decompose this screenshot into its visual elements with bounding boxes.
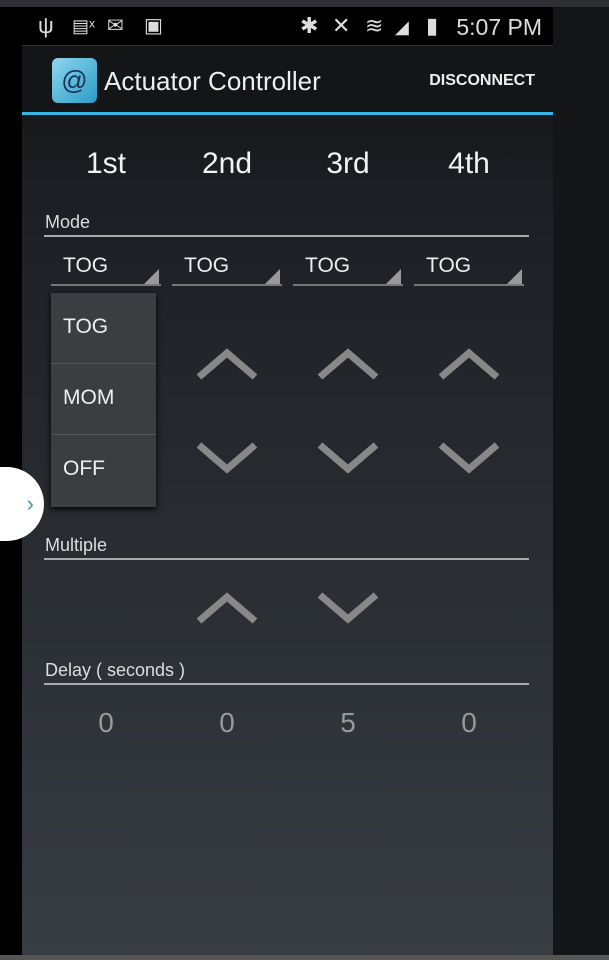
column-header-4: 4th [448, 147, 490, 180]
spinner-value: TOG [305, 254, 351, 277]
phone-screen: ψ ▤ˣ ✉ ▣ ✱ ✕ ≋ ◢ ▮ 5:07 PM @ Actuator Co… [0, 7, 553, 955]
battery-charging-icon: ▮ [426, 13, 439, 38]
down-chevron-icon[interactable] [195, 437, 259, 477]
dropdown-option-mom[interactable]: MOM [51, 364, 156, 435]
down-chevron-icon[interactable] [437, 437, 501, 477]
multiple-up-chevron-icon[interactable] [195, 589, 259, 629]
down-chevron-icon[interactable] [316, 437, 380, 477]
signal-icon: ◢ [395, 17, 409, 37]
dropdown-option-off[interactable]: OFF [51, 435, 156, 506]
delay-divider [44, 683, 529, 685]
column-header-1: 1st [85, 147, 127, 180]
wifi-icon: ≋ [365, 13, 384, 38]
mode-spinner-4[interactable]: TOG [414, 252, 524, 286]
mode-label: Mode [45, 212, 91, 232]
mute-icon: ✕ [332, 13, 351, 38]
column-header-2: 2nd [201, 147, 253, 180]
usb-icon: ψ [38, 13, 54, 38]
chevron-right-icon: › [26, 491, 34, 516]
multiple-label: Multiple [45, 535, 108, 555]
sim-card-missing-icon: ▤ˣ [72, 16, 95, 36]
spinner-value: TOG [63, 254, 109, 277]
delay-value-3[interactable]: 5 [298, 707, 398, 739]
window-bottom-strip [0, 955, 609, 960]
spinner-arrow-icon [507, 269, 522, 284]
up-chevron-icon[interactable] [195, 345, 259, 385]
mode-spinner-1[interactable]: TOG [51, 252, 161, 286]
spinner-arrow-icon [265, 269, 280, 284]
multiple-down-chevron-icon[interactable] [316, 587, 380, 627]
mode-spinner-3[interactable]: TOG [293, 252, 403, 286]
dropdown-option-tog[interactable]: TOG [51, 293, 156, 364]
gmail-icon: ✉ [107, 15, 124, 37]
app-title: Actuator Controller [104, 66, 321, 96]
up-chevron-icon[interactable] [316, 345, 380, 385]
mode-spinner-2[interactable]: TOG [172, 252, 282, 286]
action-bar: @ Actuator Controller DISCONNECT [22, 46, 553, 114]
spinner-value: TOG [184, 254, 230, 277]
delay-value-4[interactable]: 0 [419, 707, 519, 739]
delay-value-2[interactable]: 0 [177, 707, 277, 739]
delay-label: Delay ( seconds ) [45, 660, 186, 680]
up-chevron-icon[interactable] [437, 345, 501, 385]
spinner-arrow-icon [386, 269, 401, 284]
clock: 5:07 PM [456, 14, 542, 40]
mode-divider [44, 235, 529, 237]
bluetooth-icon: ✱ [300, 13, 319, 38]
window-top-strip [0, 0, 609, 7]
mode-dropdown-menu: TOG MOM OFF [51, 293, 156, 507]
spinner-arrow-icon [144, 269, 159, 284]
delay-value-1[interactable]: 0 [56, 707, 156, 739]
app-icon: @ [52, 58, 97, 103]
action-bar-accent-line [22, 112, 553, 115]
play-store-icon: ▣ [144, 15, 163, 37]
status-bar: ψ ▤ˣ ✉ ▣ ✱ ✕ ≋ ◢ ▮ 5:07 PM [22, 7, 553, 45]
multiple-divider [44, 558, 529, 560]
column-header-3: 3rd [326, 147, 370, 180]
disconnect-button[interactable]: DISCONNECT [429, 72, 535, 90]
spinner-value: TOG [426, 254, 472, 277]
side-drawer-handle[interactable]: › [0, 467, 44, 541]
